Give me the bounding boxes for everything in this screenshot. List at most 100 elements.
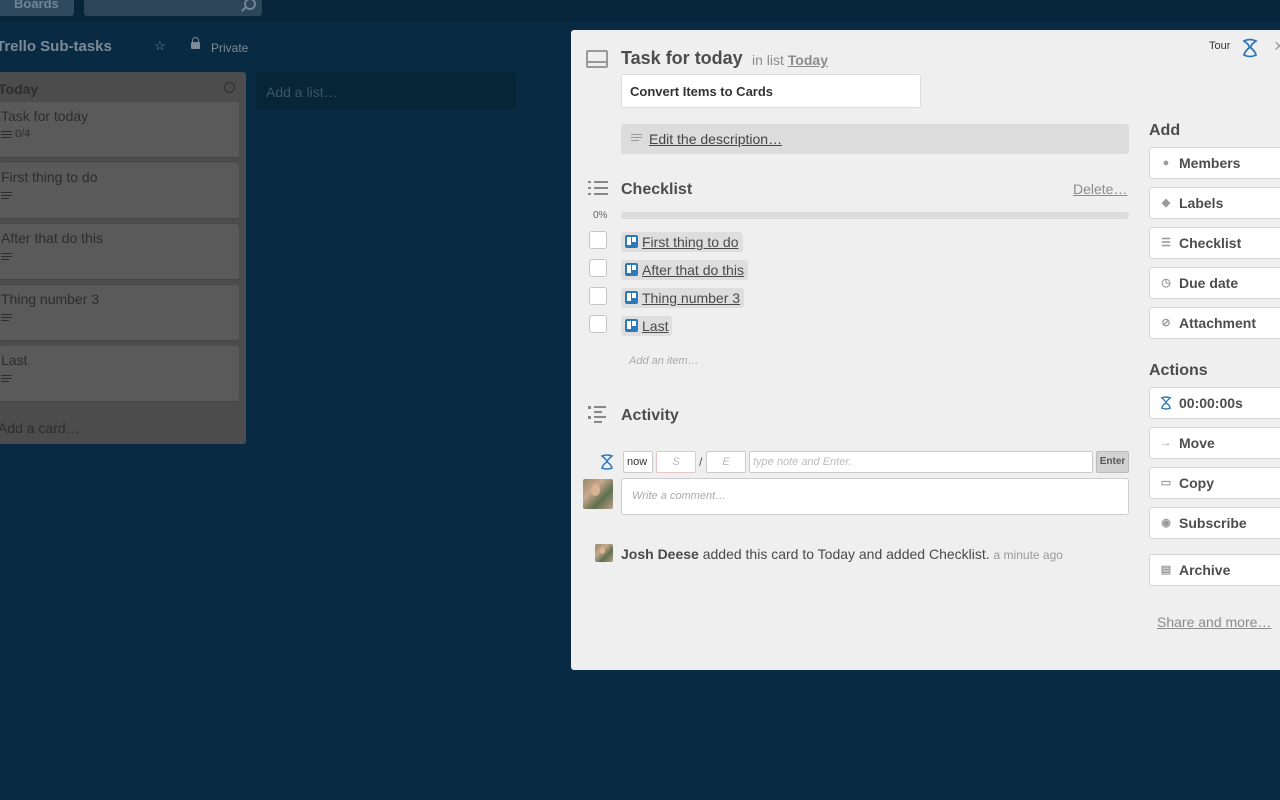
in-list-label: in list Today: [752, 52, 828, 68]
checklist-title[interactable]: Checklist: [621, 181, 692, 199]
button-label: Members: [1179, 155, 1241, 171]
checklist-checkbox[interactable]: [589, 259, 607, 277]
start-time-input[interactable]: S: [656, 451, 696, 473]
list-today: Today Task for today 0/4 First thing to …: [0, 72, 246, 444]
button-label: Move: [1179, 435, 1215, 451]
subscribe-button[interactable]: ◉ Subscribe: [1149, 507, 1280, 539]
checklist-item-label: After that do this: [642, 262, 744, 278]
list-card[interactable]: Thing number 3: [0, 285, 239, 341]
in-list-link[interactable]: Today: [788, 52, 828, 68]
checklist-checkbox[interactable]: [589, 315, 607, 333]
list-card[interactable]: After that do this: [0, 224, 239, 280]
card-icon: [586, 50, 608, 68]
convert-items-button[interactable]: Convert Items to Cards: [621, 74, 921, 108]
attachment-button[interactable]: ⊘ Attachment: [1149, 307, 1280, 339]
checklist-badge: 0/4: [1, 128, 236, 140]
checklist-item: Last: [589, 314, 789, 336]
checklist-button[interactable]: ☰ Checklist: [1149, 227, 1280, 259]
checklist-item-link[interactable]: First thing to do: [621, 232, 743, 252]
end-time-input[interactable]: E: [706, 451, 746, 473]
actions-heading: Actions: [1149, 362, 1208, 379]
card-title: Last: [1, 352, 28, 368]
description-icon: [1, 374, 12, 383]
activity-section-icon: [588, 406, 608, 424]
add-checklist-item-input[interactable]: Add an item…: [629, 355, 699, 367]
activity-avatar[interactable]: [595, 544, 613, 562]
checklist-item-label: First thing to do: [642, 234, 739, 250]
time-now-input[interactable]: now: [623, 451, 653, 473]
card-title: Thing number 3: [1, 291, 100, 307]
checklist-item-link[interactable]: Thing number 3: [621, 288, 745, 308]
checklist-icon: [1, 130, 12, 139]
activity-user-link[interactable]: Josh Deese: [621, 546, 699, 562]
list-card[interactable]: Task for today 0/4: [0, 102, 239, 158]
enter-button[interactable]: Enter: [1096, 451, 1129, 473]
button-label: Copy: [1179, 475, 1214, 491]
time-note-input[interactable]: type note and Enter.: [749, 451, 1093, 473]
checklist-item-label: Last: [642, 318, 669, 334]
checklist-item-label: Thing number 3: [642, 290, 741, 306]
checklist-item-link[interactable]: After that do this: [621, 260, 748, 280]
top-bar: Boards: [0, 0, 1280, 22]
card-title: After that do this: [1, 230, 103, 246]
copy-button[interactable]: ▭ Copy: [1149, 467, 1280, 499]
in-list-prefix: in list: [752, 52, 784, 68]
description-icon: [1, 252, 12, 261]
edit-description-label: Edit the description…: [649, 131, 783, 147]
checklist-item: After that do this: [589, 258, 789, 280]
archive-button[interactable]: ▤ Archive: [1149, 554, 1280, 586]
activity-title: Activity: [621, 407, 679, 424]
tour-link[interactable]: Tour: [1209, 40, 1230, 52]
checklist-progress-bar: [621, 212, 1129, 219]
visibility-label[interactable]: Private: [211, 41, 248, 55]
card-title: Task for today: [1, 108, 89, 124]
checklist-percent: 0%: [593, 210, 608, 221]
clock-icon: ◷: [1161, 277, 1171, 289]
activity-text: added this card to Today and added Check…: [702, 546, 990, 562]
due-date-button[interactable]: ◷ Due date: [1149, 267, 1280, 299]
checklist-item-link[interactable]: Last: [621, 316, 673, 336]
checklist-item: Thing number 3: [589, 286, 789, 308]
timer-icon: [1160, 396, 1172, 410]
add-card-link[interactable]: Add a card…: [0, 420, 80, 436]
activity-timestamp[interactable]: a minute ago: [994, 548, 1063, 562]
card-title: First thing to do: [1, 169, 98, 185]
members-button[interactable]: ● Members: [1149, 147, 1280, 179]
trello-card-icon: [625, 235, 638, 249]
checklist-checkbox[interactable]: [589, 287, 607, 305]
board-title[interactable]: Trello Sub-tasks: [0, 38, 112, 55]
edit-description-button[interactable]: Edit the description…: [621, 124, 1129, 154]
list-card[interactable]: Last: [0, 346, 239, 402]
star-icon[interactable]: ☆: [154, 38, 166, 54]
description-icon: [1, 313, 12, 322]
checklist-section-icon: [588, 181, 608, 197]
delete-checklist-link[interactable]: Delete…: [1073, 181, 1127, 197]
checklist-checkbox[interactable]: [589, 231, 607, 249]
boards-button[interactable]: Boards: [0, 0, 74, 16]
trello-card-icon: [625, 319, 638, 333]
comment-input[interactable]: Write a comment…: [621, 478, 1129, 515]
card-detail-modal: Task for today in list Today Tour × Conv…: [571, 30, 1280, 670]
trello-card-icon: [625, 263, 638, 277]
add-list-input[interactable]: Add a list…: [256, 72, 516, 110]
timer-logo-icon[interactable]: [1241, 38, 1259, 58]
button-label: Archive: [1179, 562, 1231, 578]
button-label: Subscribe: [1179, 515, 1247, 531]
avatar[interactable]: [583, 479, 613, 509]
list-title[interactable]: Today: [0, 81, 38, 97]
labels-button[interactable]: ◆ Labels: [1149, 187, 1280, 219]
tag-icon: ◆: [1161, 197, 1171, 209]
activity-entry: Josh Deese added this card to Today and …: [621, 546, 1063, 562]
list-card[interactable]: First thing to do: [0, 163, 239, 219]
button-label: Checklist: [1179, 235, 1242, 251]
move-button[interactable]: → Move: [1149, 427, 1280, 459]
share-and-more-link[interactable]: Share and more…: [1157, 614, 1271, 630]
close-icon[interactable]: ×: [1274, 36, 1280, 57]
list-menu-icon[interactable]: [224, 82, 235, 93]
search-input[interactable]: [84, 0, 262, 16]
timer-button[interactable]: 00:00:00s: [1149, 387, 1280, 419]
lock-icon: [191, 37, 200, 49]
card-title-heading[interactable]: Task for today: [621, 48, 743, 69]
copy-icon: ▭: [1160, 477, 1172, 489]
time-separator: /: [699, 455, 703, 469]
